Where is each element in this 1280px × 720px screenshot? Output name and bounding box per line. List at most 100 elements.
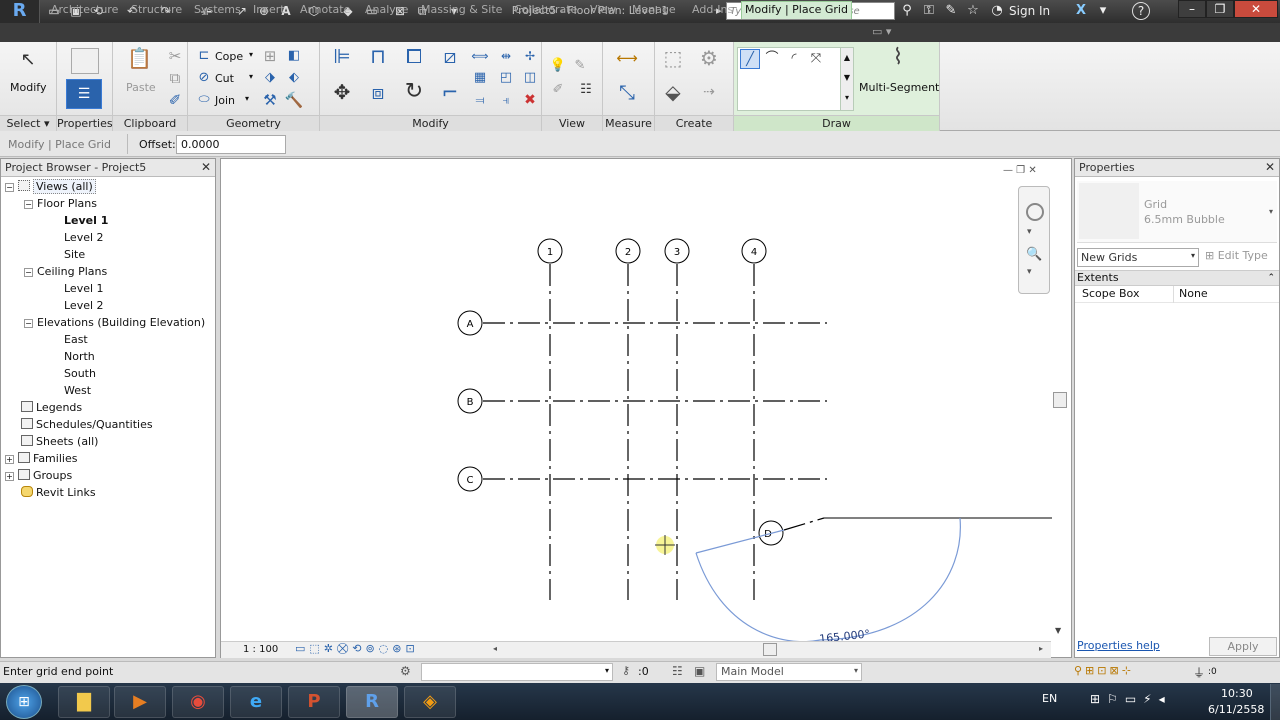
aligned-dimension-icon[interactable]: ⤡	[613, 82, 641, 102]
tree-groups[interactable]: + Groups	[5, 469, 72, 482]
cope-dropdown-icon[interactable]: ▾	[249, 50, 253, 59]
close-window-button[interactable]: ✕	[1234, 0, 1278, 18]
mirror-draw-icon[interactable]: ⧄	[436, 46, 464, 66]
tab-structure[interactable]: Structure	[128, 2, 185, 19]
taskbar-revit[interactable]: R	[346, 686, 398, 718]
mirror-axis-icon[interactable]: ⧠	[400, 46, 428, 66]
paste-button[interactable]: Paste	[126, 81, 156, 94]
pin-icon[interactable]: ✢	[520, 46, 540, 66]
start-end-arc-icon[interactable]: ⌒	[762, 49, 782, 69]
design-options-icon[interactable]: ☷	[672, 664, 683, 678]
collapse-section-icon[interactable]: ⌃	[1267, 271, 1275, 285]
taskbar-media[interactable]: ▶	[114, 686, 166, 718]
similar-icon[interactable]: ⇢	[699, 82, 719, 102]
collapse-icon[interactable]: −	[24, 319, 33, 328]
remove-paint-icon[interactable]: ⬖	[284, 68, 304, 88]
workset-icon[interactable]: ⚙	[400, 664, 411, 678]
tray-icons[interactable]: ⊞⚐▭⚡◂	[1090, 692, 1172, 706]
tree-elevations[interactable]: − Elevations (Building Elevation)	[24, 316, 205, 329]
copy-clipboard-icon[interactable]: ⧉	[165, 68, 185, 88]
vertical-scrollbar[interactable]: ▼	[1052, 186, 1068, 648]
steering-wheel-icon[interactable]	[1026, 203, 1044, 221]
modify-button[interactable]: Modify	[10, 81, 46, 94]
extents-section[interactable]: Extents ⌃	[1075, 270, 1279, 286]
match-properties-icon[interactable]: ✐	[165, 90, 185, 110]
paint-icon[interactable]: ⬗	[260, 68, 280, 88]
type-selector[interactable]: Grid 6.5mm Bubble ▾	[1077, 181, 1277, 243]
tree-floor-plans[interactable]: − Floor Plans	[24, 197, 97, 210]
communication-icon[interactable]: ✎	[942, 3, 960, 18]
tree-elev-south[interactable]: South	[64, 367, 96, 380]
revit-logo-button[interactable]: R	[0, 0, 40, 23]
create-parts-icon[interactable]: ⚙	[699, 48, 719, 68]
exchange-apps-icon[interactable]: X	[1072, 3, 1090, 18]
line-tool-icon[interactable]: ╱	[740, 49, 760, 69]
collapse-icon[interactable]: −	[24, 268, 33, 277]
design-option-dropdown[interactable]: Main Model ▾	[716, 663, 862, 681]
unpin-icon[interactable]: ◫	[520, 68, 540, 88]
tree-families[interactable]: + Families	[5, 452, 77, 465]
account-icon[interactable]: ▾	[1094, 3, 1112, 18]
ribbon-minimize-icon[interactable]: ▭ ▾	[872, 25, 891, 38]
move-icon[interactable]: ✥	[328, 82, 356, 102]
taskbar-explorer[interactable]: ▇	[58, 686, 110, 718]
demolish-icon[interactable]: ⚒	[260, 90, 280, 110]
view-properties-icon[interactable]: ☷	[576, 80, 596, 100]
trim-extend-icon[interactable]: ⌐	[436, 82, 464, 102]
selection-filters-icons[interactable]: ⚲⊞⊡⊠⊹	[1074, 664, 1134, 677]
hscroll-thumb[interactable]	[763, 643, 777, 656]
zoom-dropdown-icon[interactable]: ▾	[1027, 267, 1032, 277]
offset-input[interactable]: 0.0000	[176, 135, 286, 154]
tab-annotate[interactable]: Annotate	[297, 2, 353, 19]
multi-segment-icon[interactable]: ⌇	[884, 47, 912, 69]
measure-between-icon[interactable]: ⟷	[613, 48, 641, 68]
instance-selector[interactable]: New Grids ▾	[1077, 248, 1199, 267]
hscroll-right-icon[interactable]: ▸	[1039, 644, 1043, 653]
scale-icon[interactable]: ◰	[496, 68, 516, 88]
scroll-down-icon[interactable]: ▼	[1055, 626, 1061, 635]
center-ends-arc-icon[interactable]: ◜	[784, 49, 804, 69]
tree-floor-level-2[interactable]: Level 2	[64, 231, 104, 244]
tab-add-ins[interactable]: Add-Ins	[689, 2, 736, 19]
apply-button[interactable]: Apply	[1209, 637, 1277, 656]
create-assembly-icon[interactable]: ⬙	[663, 82, 683, 102]
filter-icon[interactable]: ⏚	[1193, 664, 1205, 681]
tab-insert[interactable]: Insert	[250, 2, 288, 19]
multi-segment-button[interactable]: Multi-Segment	[859, 81, 939, 94]
tree-views-all[interactable]: − Views (all)	[5, 179, 96, 194]
tab-manage[interactable]: Manage	[629, 2, 679, 19]
create-group-icon[interactable]: ⬚	[663, 48, 683, 68]
cut-clipboard-icon[interactable]: ✂	[165, 46, 185, 66]
property-value[interactable]: None	[1179, 287, 1208, 300]
start-button[interactable]: ⊞	[6, 685, 42, 719]
cut-geometry-button[interactable]: Cut	[215, 72, 234, 85]
select-dropdown[interactable]: Select ▾	[0, 115, 56, 131]
language-indicator[interactable]: EN	[1042, 692, 1057, 705]
tab-analyze[interactable]: Analyze	[362, 2, 411, 19]
split-gap-icon[interactable]: ⇹	[496, 46, 516, 66]
tree-ceiling-level-1[interactable]: Level 1	[64, 282, 104, 295]
expand-icon[interactable]: +	[5, 472, 14, 481]
wheel-dropdown-icon[interactable]: ▾	[1027, 227, 1032, 237]
tree-floor-level-1[interactable]: Level 1	[64, 214, 108, 227]
tab-view[interactable]: View	[587, 2, 619, 19]
tree-ceiling-level-2[interactable]: Level 2	[64, 299, 104, 312]
hscroll-left-icon[interactable]: ◂	[493, 644, 497, 653]
tab-modify-place-grid[interactable]: Modify | Place Grid	[741, 1, 852, 19]
subscription-icon[interactable]: ⚿	[920, 3, 938, 18]
properties-help-link[interactable]: Properties help	[1077, 639, 1160, 652]
tree-legends[interactable]: Legends	[21, 401, 82, 414]
tree-elev-north[interactable]: North	[64, 350, 95, 363]
pick-lines-icon[interactable]: ⤧	[806, 49, 826, 69]
linework-icon[interactable]: ✐	[548, 80, 568, 100]
split-element-icon[interactable]: ⟺	[470, 46, 490, 66]
help-button[interactable]: ?	[1132, 2, 1150, 20]
properties-button[interactable]: ☰	[66, 79, 102, 109]
trim-multiple-icon[interactable]: ⫤	[470, 90, 490, 110]
taskbar-powerpoint[interactable]: P	[288, 686, 340, 718]
cut-dropdown-icon[interactable]: ▾	[249, 72, 253, 81]
tree-elev-east[interactable]: East	[64, 333, 88, 346]
tree-ceiling-plans[interactable]: − Ceiling Plans	[24, 265, 107, 278]
taskbar-paint[interactable]: ◈	[404, 686, 456, 718]
override-graphics-icon[interactable]: ✎	[570, 56, 590, 76]
